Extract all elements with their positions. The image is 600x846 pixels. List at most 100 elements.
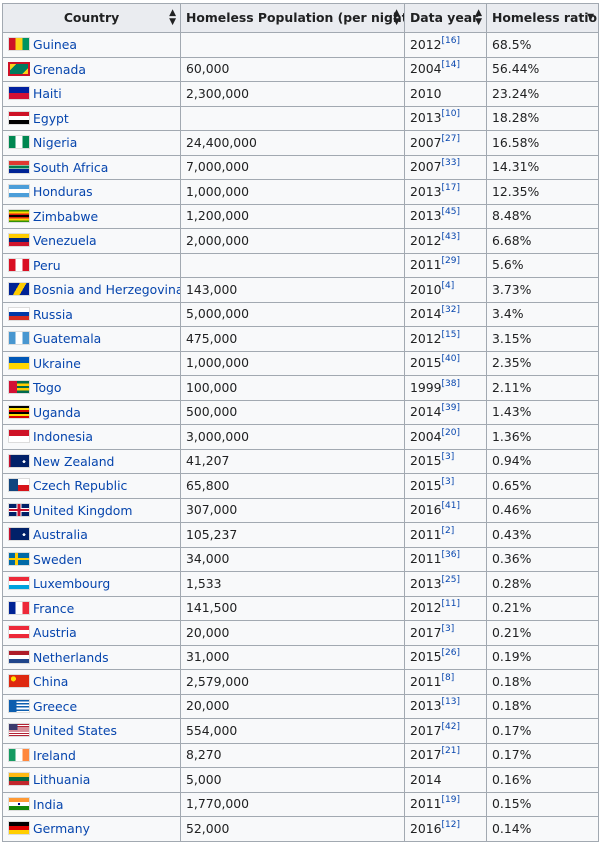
population-cell: 24,400,000 — [180, 130, 405, 156]
population-cell: 60,000 — [180, 56, 405, 82]
reference-link[interactable]: [8] — [442, 673, 455, 683]
country-link[interactable]: Luxembourg — [33, 576, 110, 591]
reference-link[interactable]: [12] — [442, 820, 460, 830]
reference-link[interactable]: [36] — [442, 550, 460, 560]
table-row: Netherlands 31,000 2015[26] 0.19% — [2, 644, 599, 670]
population-cell: 1,533 — [180, 571, 405, 597]
country-link[interactable]: Australia — [33, 527, 88, 542]
sort-icon[interactable]: ▲ ▼ — [393, 9, 400, 27]
country-link[interactable]: Togo — [33, 380, 62, 395]
reference-link[interactable]: [26] — [442, 648, 460, 658]
reference-link[interactable]: [10] — [442, 109, 460, 119]
table-row: Greece 20,000 2013[13] 0.18% — [2, 693, 599, 719]
country-cell: Austria — [2, 620, 181, 646]
country-link[interactable]: Zimbabwe — [33, 209, 98, 224]
population-cell: 8,270 — [180, 742, 405, 768]
country-link[interactable]: Czech Republic — [33, 478, 127, 493]
country-link[interactable]: Indonesia — [33, 429, 93, 444]
reference-link[interactable]: [11] — [442, 599, 460, 609]
reference-link[interactable]: [29] — [442, 256, 460, 266]
country-link[interactable]: Guatemala — [33, 331, 101, 346]
country-link[interactable]: Greece — [33, 699, 77, 714]
country-link[interactable]: Ireland — [33, 748, 76, 763]
table-row: Lithuania 5,000 2014 0.16% — [2, 767, 599, 793]
reference-link[interactable]: [3] — [442, 477, 455, 487]
country-link[interactable]: India — [33, 797, 63, 812]
reference-link[interactable]: [38] — [442, 379, 460, 389]
ratio-cell: 0.18% — [486, 669, 599, 695]
reference-link[interactable]: [21] — [442, 746, 460, 756]
reference-link[interactable]: [14] — [442, 60, 460, 70]
year-cell: 2013[45] — [404, 203, 487, 229]
sort-descending-icon[interactable]: ▲▼ — [587, 13, 594, 23]
country-link[interactable]: Ukraine — [33, 356, 81, 371]
country-link[interactable]: United Kingdom — [33, 503, 132, 518]
population-cell: 1,200,000 — [180, 203, 405, 229]
reference-link[interactable]: [20] — [442, 428, 460, 438]
country-link[interactable]: Netherlands — [33, 650, 109, 665]
ratio-cell: 3.4% — [486, 301, 599, 327]
reference-link[interactable]: [2] — [442, 526, 455, 536]
country-cell: Grenada — [2, 56, 181, 82]
table-row: Nigeria 24,400,000 2007[27] 16.58% — [2, 130, 599, 156]
flag-icon — [8, 110, 30, 125]
sort-icon[interactable]: ▲ ▼ — [475, 9, 482, 27]
column-header-population[interactable]: Homeless Population (per night) ▲ ▼ — [180, 3, 405, 33]
country-link[interactable]: Lithuania — [33, 772, 90, 787]
year-cell: 2016[12] — [404, 816, 487, 842]
ratio-cell: 1.36% — [486, 424, 599, 450]
reference-link[interactable]: [15] — [442, 330, 460, 340]
year-cell: 2010 — [404, 81, 487, 107]
table-row: Austria 20,000 2017[3] 0.21% — [2, 620, 599, 646]
reference-link[interactable]: [25] — [442, 575, 460, 585]
reference-link[interactable]: [4] — [442, 281, 455, 291]
reference-link[interactable]: [3] — [442, 624, 455, 634]
reference-link[interactable]: [17] — [442, 183, 460, 193]
year-cell: 2012[43] — [404, 228, 487, 254]
country-link[interactable]: Honduras — [33, 184, 93, 199]
column-header-ratio[interactable]: Homeless ratio ▲▼ — [486, 3, 599, 33]
country-link[interactable]: Egypt — [33, 111, 69, 126]
flag-icon — [8, 625, 30, 640]
country-link[interactable]: Bosnia and Herzegovina — [33, 282, 180, 297]
country-link[interactable]: Austria — [33, 625, 77, 640]
reference-link[interactable]: [19] — [442, 795, 460, 805]
flag-icon — [8, 282, 30, 297]
reference-link[interactable]: [32] — [442, 305, 460, 315]
table-row: Luxembourg 1,533 2013[25] 0.28% — [2, 571, 599, 597]
country-link[interactable]: Nigeria — [33, 135, 77, 150]
reference-link[interactable]: [43] — [442, 232, 460, 242]
reference-link[interactable]: [45] — [442, 207, 460, 217]
country-link[interactable]: Germany — [33, 821, 90, 836]
sort-icon[interactable]: ▲ ▼ — [169, 9, 176, 27]
reference-link[interactable]: [27] — [442, 134, 460, 144]
reference-link[interactable]: [33] — [442, 158, 460, 168]
country-link[interactable]: United States — [33, 723, 117, 738]
country-link[interactable]: Uganda — [33, 405, 81, 420]
country-link[interactable]: South Africa — [33, 160, 108, 175]
reference-link[interactable]: [16] — [442, 36, 460, 46]
country-cell: Nigeria — [2, 130, 181, 156]
country-link[interactable]: China — [33, 674, 68, 689]
column-header-country[interactable]: Country ▲ ▼ — [2, 3, 181, 33]
ratio-cell: 1.43% — [486, 399, 599, 425]
reference-link[interactable]: [42] — [442, 722, 460, 732]
country-link[interactable]: Venezuela — [33, 233, 97, 248]
country-link[interactable]: Russia — [33, 307, 73, 322]
country-link[interactable]: France — [33, 601, 74, 616]
country-link[interactable]: Peru — [33, 258, 61, 273]
country-link[interactable]: New Zealand — [33, 454, 114, 469]
reference-link[interactable]: [13] — [442, 697, 460, 707]
country-link[interactable]: Haiti — [33, 86, 62, 101]
year-cell: 2011[19] — [404, 791, 487, 817]
reference-link[interactable]: [40] — [442, 354, 460, 364]
country-link[interactable]: Sweden — [33, 552, 82, 567]
column-header-year[interactable]: Data year ▲ ▼ — [404, 3, 487, 33]
ratio-cell: 18.28% — [486, 105, 599, 131]
country-link[interactable]: Grenada — [33, 62, 86, 77]
country-link[interactable]: Guinea — [33, 37, 77, 52]
reference-link[interactable]: [3] — [442, 452, 455, 462]
reference-link[interactable]: [39] — [442, 403, 460, 413]
reference-link[interactable]: [41] — [442, 501, 460, 511]
year-cell: 2016[41] — [404, 497, 487, 523]
